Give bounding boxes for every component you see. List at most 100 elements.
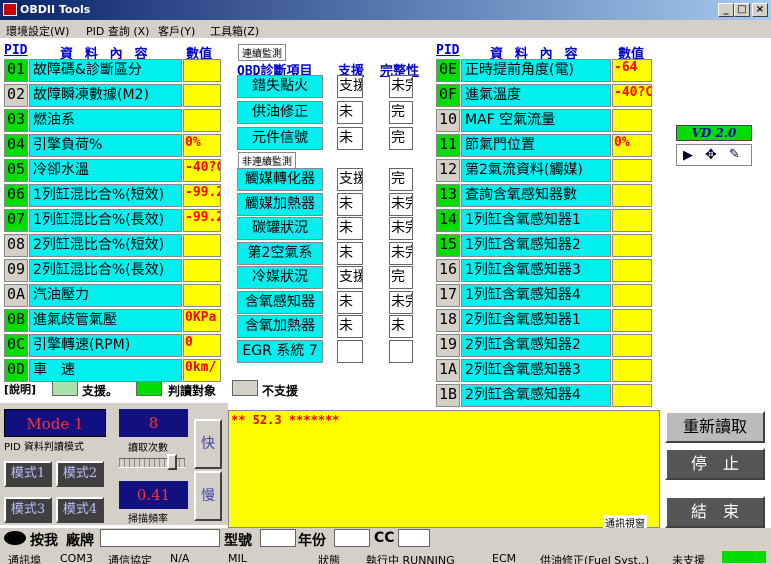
stop-button[interactable]: 停 止 <box>665 448 765 480</box>
monitor-support: 未 <box>337 192 363 216</box>
move-icon[interactable]: ✥ <box>705 147 717 163</box>
monitor-label[interactable]: 冷媒狀況 <box>237 266 323 289</box>
pid-label[interactable]: 進氣溫度 <box>461 84 611 107</box>
speed-slider-thumb[interactable] <box>167 454 177 470</box>
monitor-label[interactable]: 元件信號 <box>237 127 323 150</box>
comm-text: ** 52.3 ******* <box>231 413 340 427</box>
title-bar: OBDII Tools _ □ × <box>0 0 771 20</box>
pid-value <box>612 184 652 207</box>
pid-value <box>183 284 221 307</box>
pid-label[interactable]: 1列缸混比合%(長效) <box>29 209 182 232</box>
menu-customer[interactable]: 客戶(Y) <box>158 23 195 39</box>
monitor-label[interactable]: 錯失點火 <box>237 75 323 98</box>
legend-target-swatch <box>136 380 162 396</box>
slow-button[interactable]: 慢 <box>194 471 222 521</box>
pid-label[interactable]: 1列缸含氧感知器4 <box>461 284 611 307</box>
pid-code: 07 <box>4 209 28 232</box>
reread-button[interactable]: 重新讀取 <box>665 411 765 443</box>
press-label[interactable]: 按我 <box>30 530 58 550</box>
pid-label[interactable]: 車 速 <box>29 359 182 382</box>
menu-pid[interactable]: PID 查詢 (X) <box>86 23 149 39</box>
left-header-pid: PID <box>4 43 28 58</box>
pid-value <box>612 309 652 332</box>
monitor-complete <box>389 339 413 363</box>
continuous-monitor-title: 連續監測 <box>238 44 286 61</box>
mode3-button[interactable]: 模式3 <box>4 497 52 523</box>
minimize-button[interactable]: _ <box>718 3 734 17</box>
monitor-label[interactable]: 觸媒轉化器 <box>237 168 323 191</box>
pid-label[interactable]: 1列缸含氧感知器2 <box>461 234 611 257</box>
pid-label[interactable]: 2列缸混比合%(長效) <box>29 259 182 282</box>
pid-label[interactable]: 2列缸含氧感知器4 <box>461 384 611 407</box>
pid-code: 0F <box>436 84 460 107</box>
pid-label[interactable]: 故障碼&診斷區分 <box>29 59 182 82</box>
pid-code: 10 <box>436 109 460 132</box>
monitor-label[interactable]: 碳罐狀況 <box>237 217 323 240</box>
status-port: COM3 <box>60 552 93 564</box>
monitor-support: 未 <box>337 217 363 240</box>
pid-label[interactable]: 汽油壓力 <box>29 284 182 307</box>
pid-label[interactable]: 冷卻水溫 <box>29 159 182 182</box>
pid-value: 0% <box>612 134 652 157</box>
pid-code: 09 <box>4 259 28 282</box>
close-button[interactable]: × <box>752 3 768 17</box>
pid-label[interactable]: MAF 空氣流量 <box>461 109 611 132</box>
pid-label[interactable]: 節氣門位置 <box>461 134 611 157</box>
status-bar: 通訊埠 COM3 通信協定 N/A MIL 狀態 執行中 RUNNING ECM… <box>0 550 771 564</box>
pid-code: 01 <box>4 59 28 82</box>
pid-label[interactable]: 引擎負荷% <box>29 134 182 157</box>
pid-label[interactable]: 燃油系 <box>29 109 182 132</box>
cc-field[interactable] <box>398 529 430 547</box>
pid-label[interactable]: 2列缸含氧感知器3 <box>461 359 611 382</box>
menu-bar: 環境設定(W) PID 查詢 (X) 客戶(Y) 工具箱(Z) <box>0 20 771 38</box>
menu-env[interactable]: 環境設定(W) <box>6 23 69 39</box>
end-button[interactable]: 結 束 <box>665 496 765 528</box>
pid-label[interactable]: 1列缸含氧感知器1 <box>461 209 611 232</box>
monitor-label[interactable]: 含氧感知器 <box>237 290 323 314</box>
pid-label[interactable]: 1列缸含氧感知器3 <box>461 259 611 282</box>
right-header-pid: PID <box>436 43 460 58</box>
monitor-label[interactable]: 供油修正 <box>237 101 323 124</box>
brand-field[interactable] <box>100 529 220 547</box>
pid-label[interactable]: 進氣歧管氣壓 <box>29 309 182 332</box>
pid-code: 05 <box>4 159 28 182</box>
pid-code: 04 <box>4 134 28 157</box>
maximize-button[interactable]: □ <box>734 3 750 17</box>
mode4-button[interactable]: 模式4 <box>56 497 104 523</box>
year-field[interactable] <box>334 529 370 547</box>
status-protocol: N/A <box>170 552 190 564</box>
pid-label[interactable]: 故障瞬凍數據(M2) <box>29 84 182 107</box>
model-label: 型號 <box>224 533 252 549</box>
monitor-label[interactable]: 含氧加熱器 <box>237 315 323 338</box>
pid-label[interactable]: 2列缸混比合%(短效) <box>29 234 182 257</box>
mode1-button[interactable]: 模式1 <box>4 461 52 487</box>
legend-supported-swatch <box>52 380 78 396</box>
monitor-support: 支援 <box>337 168 363 191</box>
pid-label[interactable]: 引擎轉速(RPM) <box>29 334 182 357</box>
pid-label[interactable]: 查詢含氧感知器數 <box>461 184 611 207</box>
monitor-label[interactable]: 第2空氣系 <box>237 241 323 265</box>
pid-label[interactable]: 正時提前角度(電) <box>461 59 611 82</box>
model-field[interactable] <box>260 529 296 547</box>
menu-tools[interactable]: 工具箱(Z) <box>210 23 259 39</box>
monitor-support: 未 <box>337 101 363 124</box>
pid-label[interactable]: 1列缸混比合%(短效) <box>29 184 182 207</box>
monitor-complete: 完 <box>389 266 413 289</box>
legend-unsupported-swatch <box>232 380 258 396</box>
fast-button[interactable]: 快 <box>194 419 222 469</box>
press-icon[interactable] <box>4 531 26 545</box>
play-icon[interactable]: ▶ <box>683 148 693 163</box>
pid-code: 1A <box>436 359 460 382</box>
monitor-support: 未 <box>337 315 363 338</box>
pid-code: 06 <box>4 184 28 207</box>
pid-label[interactable]: 第2氣流資料(觸媒) <box>461 159 611 182</box>
chart-tool-icon[interactable]: ✎ <box>729 147 740 162</box>
monitor-label[interactable]: EGR 系統 7 <box>237 339 323 363</box>
pid-label[interactable]: 2列缸含氧感知器2 <box>461 334 611 357</box>
monitor-label[interactable]: 觸媒加熱器 <box>237 192 323 216</box>
pid-value <box>612 209 652 232</box>
pid-label[interactable]: 2列缸含氧感知器1 <box>461 309 611 332</box>
pid-value: -64 <box>612 59 652 82</box>
mode2-button[interactable]: 模式2 <box>56 461 104 487</box>
pid-code: 02 <box>4 84 28 107</box>
